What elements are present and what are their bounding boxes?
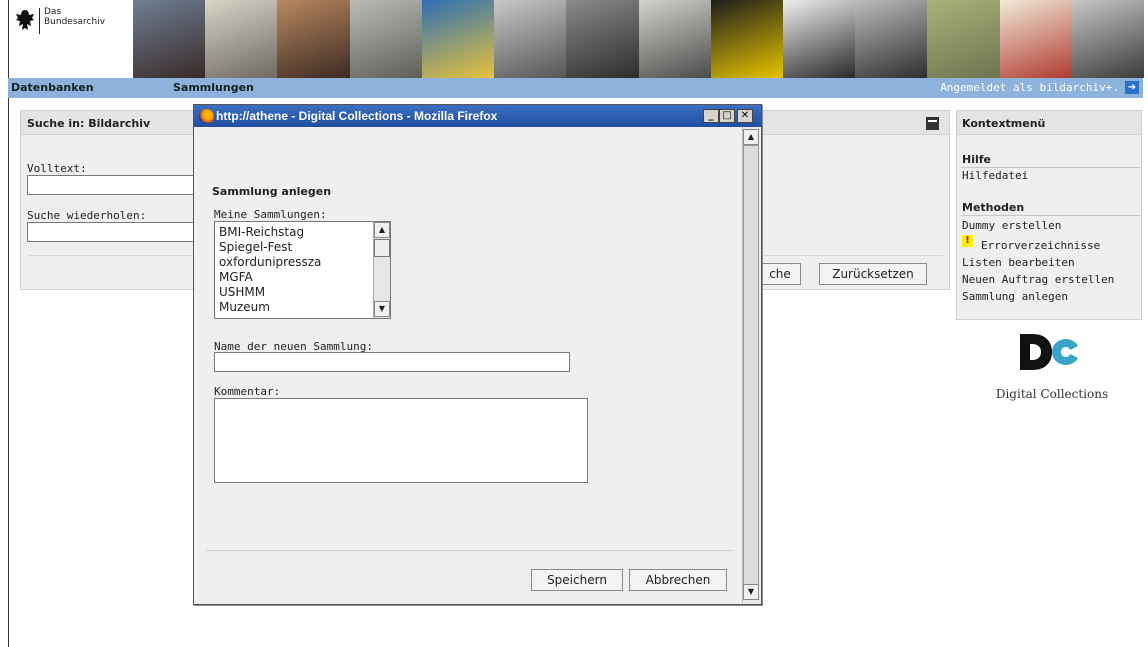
logo-text: Das Bundesarchiv [44,7,105,27]
popup-title: http://athene - Digital Collections - Mo… [216,109,498,123]
list-item[interactable]: Spiegel-Fest [219,240,292,254]
repeat-search-label: Suche wiederholen: [27,209,147,222]
cancel-button[interactable]: Abbrechen [629,569,727,591]
menu-item-errorverzeichnisse[interactable]: Errorverzeichnisse [981,239,1100,252]
menu-item-sammlung-anlegen[interactable]: Sammlung anlegen [962,290,1068,303]
minimize-window-icon[interactable]: _ [703,109,719,123]
photo-strip [133,0,1145,78]
popup-divider [206,550,733,551]
fulltext-label: Volltext: [27,162,87,175]
new-collection-name-input[interactable] [214,352,570,372]
logo-divider [39,8,40,34]
list-item[interactable]: BMI-Reichstag [219,225,304,239]
list-item[interactable]: MGFA [219,270,253,284]
popup-heading: Sammlung anlegen [212,185,332,198]
context-menu-title: Kontextmenü [962,117,1046,130]
search-button[interactable]: che [759,263,801,285]
list-scrollbar[interactable]: ▲ ▼ [373,222,390,318]
menu-item-hilfedatei[interactable]: Hilfedatei [962,169,1028,182]
scroll-up-icon[interactable]: ▲ [743,129,759,145]
help-section-title: Hilfe [962,153,991,166]
header-photo [855,0,928,78]
fulltext-input[interactable] [27,175,197,195]
header-photo [638,0,711,78]
search-panel-title: Suche in: Bildarchiv [27,117,151,130]
header-photo [999,0,1072,78]
popup-titlebar[interactable]: http://athene - Digital Collections - Mo… [194,105,761,127]
comment-label: Kommentar: [214,385,281,398]
header-photo [927,0,1000,78]
digital-collections-caption: Digital Collections [995,387,1109,401]
methods-section-title: Methoden [962,201,1025,214]
help-section-rule [961,167,1141,168]
header-photo [421,0,495,78]
firefox-icon [199,109,214,124]
header-photo [782,0,856,78]
comment-textarea[interactable] [214,398,588,483]
close-window-icon[interactable]: ✕ [737,109,753,123]
logout-arrow-icon[interactable]: ➜ [1125,81,1139,94]
bundesarchiv-logo[interactable]: Das Bundesarchiv [9,0,133,78]
repeat-search-select[interactable] [27,222,197,242]
header-photo [349,0,422,78]
methods-section-rule [961,215,1141,216]
menu-item-dummy-erstellen[interactable]: Dummy erstellen [962,219,1061,232]
maximize-window-icon[interactable]: □ [719,109,735,123]
menu-item-neuen-auftrag[interactable]: Neuen Auftrag erstellen [962,273,1114,286]
main-nav: Datenbanken Sammlungen Angemeldet als bi… [8,78,1143,98]
logo-line-2: Bundesarchiv [44,17,106,27]
header-photo [205,0,278,78]
collections-list-label: Meine Sammlungen: [214,208,327,221]
nav-item-sammlungen[interactable]: Sammlungen [173,81,254,94]
list-scrollbar-thumb[interactable] [374,239,390,257]
context-menu: Kontextmenü Hilfe Hilfedatei Methoden Du… [956,110,1142,320]
page-left-border [8,98,9,647]
list-item[interactable]: Muzeum [219,300,270,314]
header-photo [1071,0,1145,78]
logo-line-1: Das [44,7,62,17]
header-photo [710,0,783,78]
header-photo [277,0,350,78]
list-item[interactable]: oxfordunipressza [219,255,321,269]
header-banner: Das Bundesarchiv [8,0,1145,78]
digital-collections-logo-icon [1020,334,1078,370]
header-photo [494,0,567,78]
header-photo [566,0,639,78]
federal-eagle-icon [16,10,34,30]
save-button[interactable]: Speichern [531,569,623,591]
collections-listbox[interactable]: BMI-Reichstag Spiegel-Fest oxfordunipres… [214,221,391,319]
list-scroll-up-icon[interactable]: ▲ [374,222,390,238]
context-menu-header: Kontextmenü [957,111,1141,135]
exclamation-icon: ! [962,235,973,247]
scrollbar-thumb[interactable] [743,145,759,585]
popup-window: http://athene - Digital Collections - Mo… [193,104,762,605]
reset-button[interactable]: Zurücksetzen [819,263,927,285]
list-scroll-down-icon[interactable]: ▼ [374,301,390,317]
header-photo [133,0,206,78]
scroll-down-icon[interactable]: ▼ [743,584,759,600]
login-status: Angemeldet als bildarchiv+. [940,81,1119,94]
popup-scrollbar[interactable]: ▲ ▼ [742,127,759,603]
nav-item-datenbanken[interactable]: Datenbanken [11,81,94,94]
menu-item-listen-bearbeiten[interactable]: Listen bearbeiten [962,256,1075,269]
list-item[interactable]: USHMM [219,285,265,299]
minimize-icon[interactable] [926,117,939,130]
